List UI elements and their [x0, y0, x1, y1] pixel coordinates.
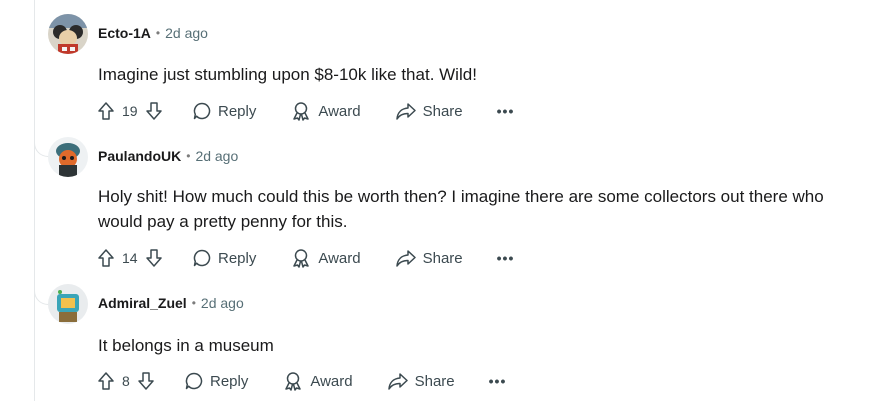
vote-count: 19	[122, 103, 138, 119]
share-arrow-icon	[395, 250, 416, 267]
comment-meta: PaulandoUK • 2d ago	[98, 146, 238, 166]
speech-bubble-icon	[185, 372, 203, 390]
separator-dot: •	[155, 26, 161, 40]
timestamp[interactable]: 2d ago	[195, 148, 238, 164]
downvote-arrow-icon	[146, 249, 162, 267]
timestamp[interactable]: 2d ago	[165, 25, 208, 41]
reply-button[interactable]: Reply	[184, 367, 248, 395]
avatar[interactable]	[48, 14, 88, 54]
comment-body: Imagine just stumbling upon $8-10k like …	[98, 62, 858, 87]
more-options-icon[interactable]: •••	[497, 244, 515, 272]
speech-bubble-icon	[193, 102, 211, 120]
award-ribbon-icon	[293, 249, 310, 268]
award-label: Award	[310, 372, 353, 390]
thread-line	[34, 0, 35, 401]
comment-text-line: Holy shit! How much could this be worth …	[98, 187, 824, 206]
avatar[interactable]	[48, 137, 88, 177]
share-button[interactable]: Share	[395, 244, 463, 272]
comment-actions: 19 Reply Award Share •••	[96, 97, 514, 125]
comment-body: It belongs in a museum	[98, 333, 858, 358]
comment-meta: Ecto-1A • 2d ago	[98, 23, 208, 43]
more-options-icon[interactable]: •••	[497, 97, 515, 125]
share-label: Share	[414, 372, 455, 390]
award-ribbon-icon	[285, 372, 302, 391]
comment-text-line: would pay a pretty penny for this.	[98, 212, 348, 231]
upvote-button[interactable]	[96, 367, 116, 395]
award-label: Award	[318, 249, 361, 267]
comment-actions: 14 Reply Award Share •••	[96, 244, 514, 272]
award-button[interactable]: Award	[282, 367, 353, 395]
separator-dot: •	[191, 296, 196, 310]
reply-label: Reply	[210, 372, 249, 390]
award-button[interactable]: Award	[290, 244, 361, 272]
share-label: Share	[422, 249, 463, 267]
downvote-arrow-icon	[146, 102, 162, 120]
author-name[interactable]: PaulandoUK	[98, 148, 181, 164]
reply-label: Reply	[218, 249, 257, 267]
avatar[interactable]	[48, 284, 88, 324]
share-button[interactable]: Share	[395, 97, 463, 125]
author-name[interactable]: Ecto-1A	[98, 25, 151, 41]
upvote-arrow-icon	[98, 102, 114, 120]
comment-text: Imagine just stumbling upon $8-10k like …	[98, 65, 477, 84]
share-arrow-icon	[387, 373, 408, 390]
vote-count: 14	[122, 250, 138, 266]
share-label: Share	[422, 102, 463, 120]
share-arrow-icon	[395, 103, 416, 120]
upvote-button[interactable]	[96, 97, 116, 125]
downvote-button[interactable]	[136, 367, 156, 395]
more-options-icon[interactable]: •••	[489, 367, 507, 395]
vote-count: 8	[122, 373, 130, 389]
separator-dot: •	[186, 149, 191, 163]
reply-label: Reply	[218, 102, 257, 120]
reply-button[interactable]: Reply	[192, 97, 256, 125]
timestamp[interactable]: 2d ago	[201, 295, 244, 311]
downvote-arrow-icon	[138, 372, 154, 390]
comment-body: Holy shit! How much could this be worth …	[98, 184, 858, 234]
downvote-button[interactable]	[144, 97, 164, 125]
award-ribbon-icon	[293, 102, 310, 121]
downvote-button[interactable]	[144, 244, 164, 272]
author-name[interactable]: Admiral_Zuel	[98, 295, 187, 311]
comment-actions: 8 Reply Award Share •••	[96, 367, 506, 395]
award-button[interactable]: Award	[290, 97, 361, 125]
comment-text: It belongs in a museum	[98, 336, 274, 355]
upvote-arrow-icon	[98, 249, 114, 267]
upvote-arrow-icon	[98, 372, 114, 390]
speech-bubble-icon	[193, 249, 211, 267]
share-button[interactable]: Share	[387, 367, 455, 395]
reply-button[interactable]: Reply	[192, 244, 256, 272]
upvote-button[interactable]	[96, 244, 116, 272]
comment-meta: Admiral_Zuel • 2d ago	[98, 293, 244, 313]
award-label: Award	[318, 102, 361, 120]
